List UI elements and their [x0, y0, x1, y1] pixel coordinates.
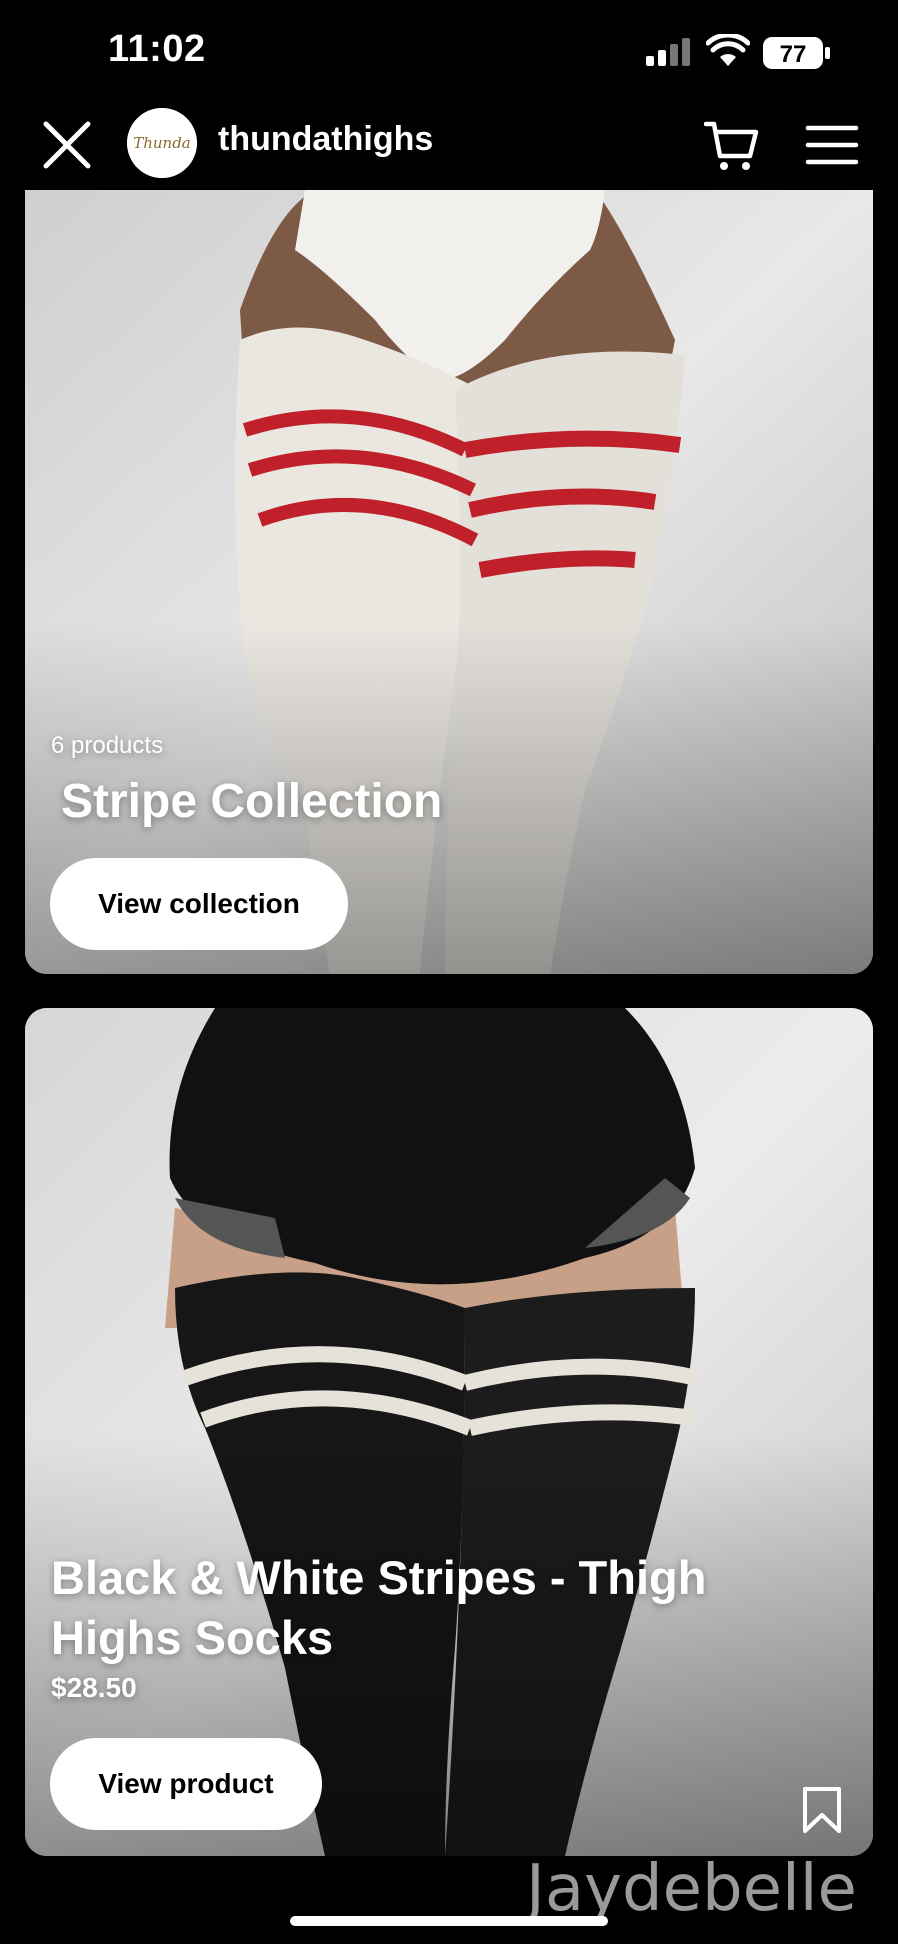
- shop-name[interactable]: thundathighs: [218, 120, 433, 159]
- svg-text:Thunda: Thunda: [133, 134, 191, 152]
- wifi-icon: [706, 34, 750, 66]
- home-indicator[interactable]: [290, 1916, 608, 1926]
- collection-photo: [25, 190, 873, 974]
- collection-card[interactable]: 6 products Stripe Collection View collec…: [25, 190, 873, 974]
- cart-icon[interactable]: [704, 118, 760, 174]
- status-bar: 11:02 77: [0, 0, 898, 100]
- battery-icon: 77: [763, 37, 830, 69]
- collection-title: Stripe Collection: [61, 775, 443, 828]
- shop-avatar[interactable]: Thunda: [127, 108, 197, 178]
- product-card[interactable]: Black & White Stripes - Thigh Highs Sock…: [25, 1008, 873, 1856]
- shop-header: Thunda thundathighs: [0, 100, 898, 190]
- battery-level: 77: [780, 41, 807, 68]
- product-photo: [25, 1008, 873, 1856]
- cellular-signal-icon: [646, 38, 690, 66]
- view-product-button[interactable]: View product: [50, 1738, 322, 1830]
- view-collection-button[interactable]: View collection: [50, 858, 348, 950]
- product-count: 6 products: [51, 732, 164, 759]
- product-title: Black & White Stripes - Thigh Highs Sock…: [51, 1551, 707, 1664]
- close-icon[interactable]: [40, 118, 94, 172]
- watermark-text: Jaydebelle: [526, 1852, 857, 1926]
- status-time: 11:02: [108, 28, 206, 70]
- product-price: $28.50: [51, 1672, 137, 1703]
- bookmark-icon[interactable]: [800, 1786, 844, 1834]
- shop-logo: Thunda: [127, 108, 197, 178]
- menu-icon[interactable]: [804, 120, 860, 170]
